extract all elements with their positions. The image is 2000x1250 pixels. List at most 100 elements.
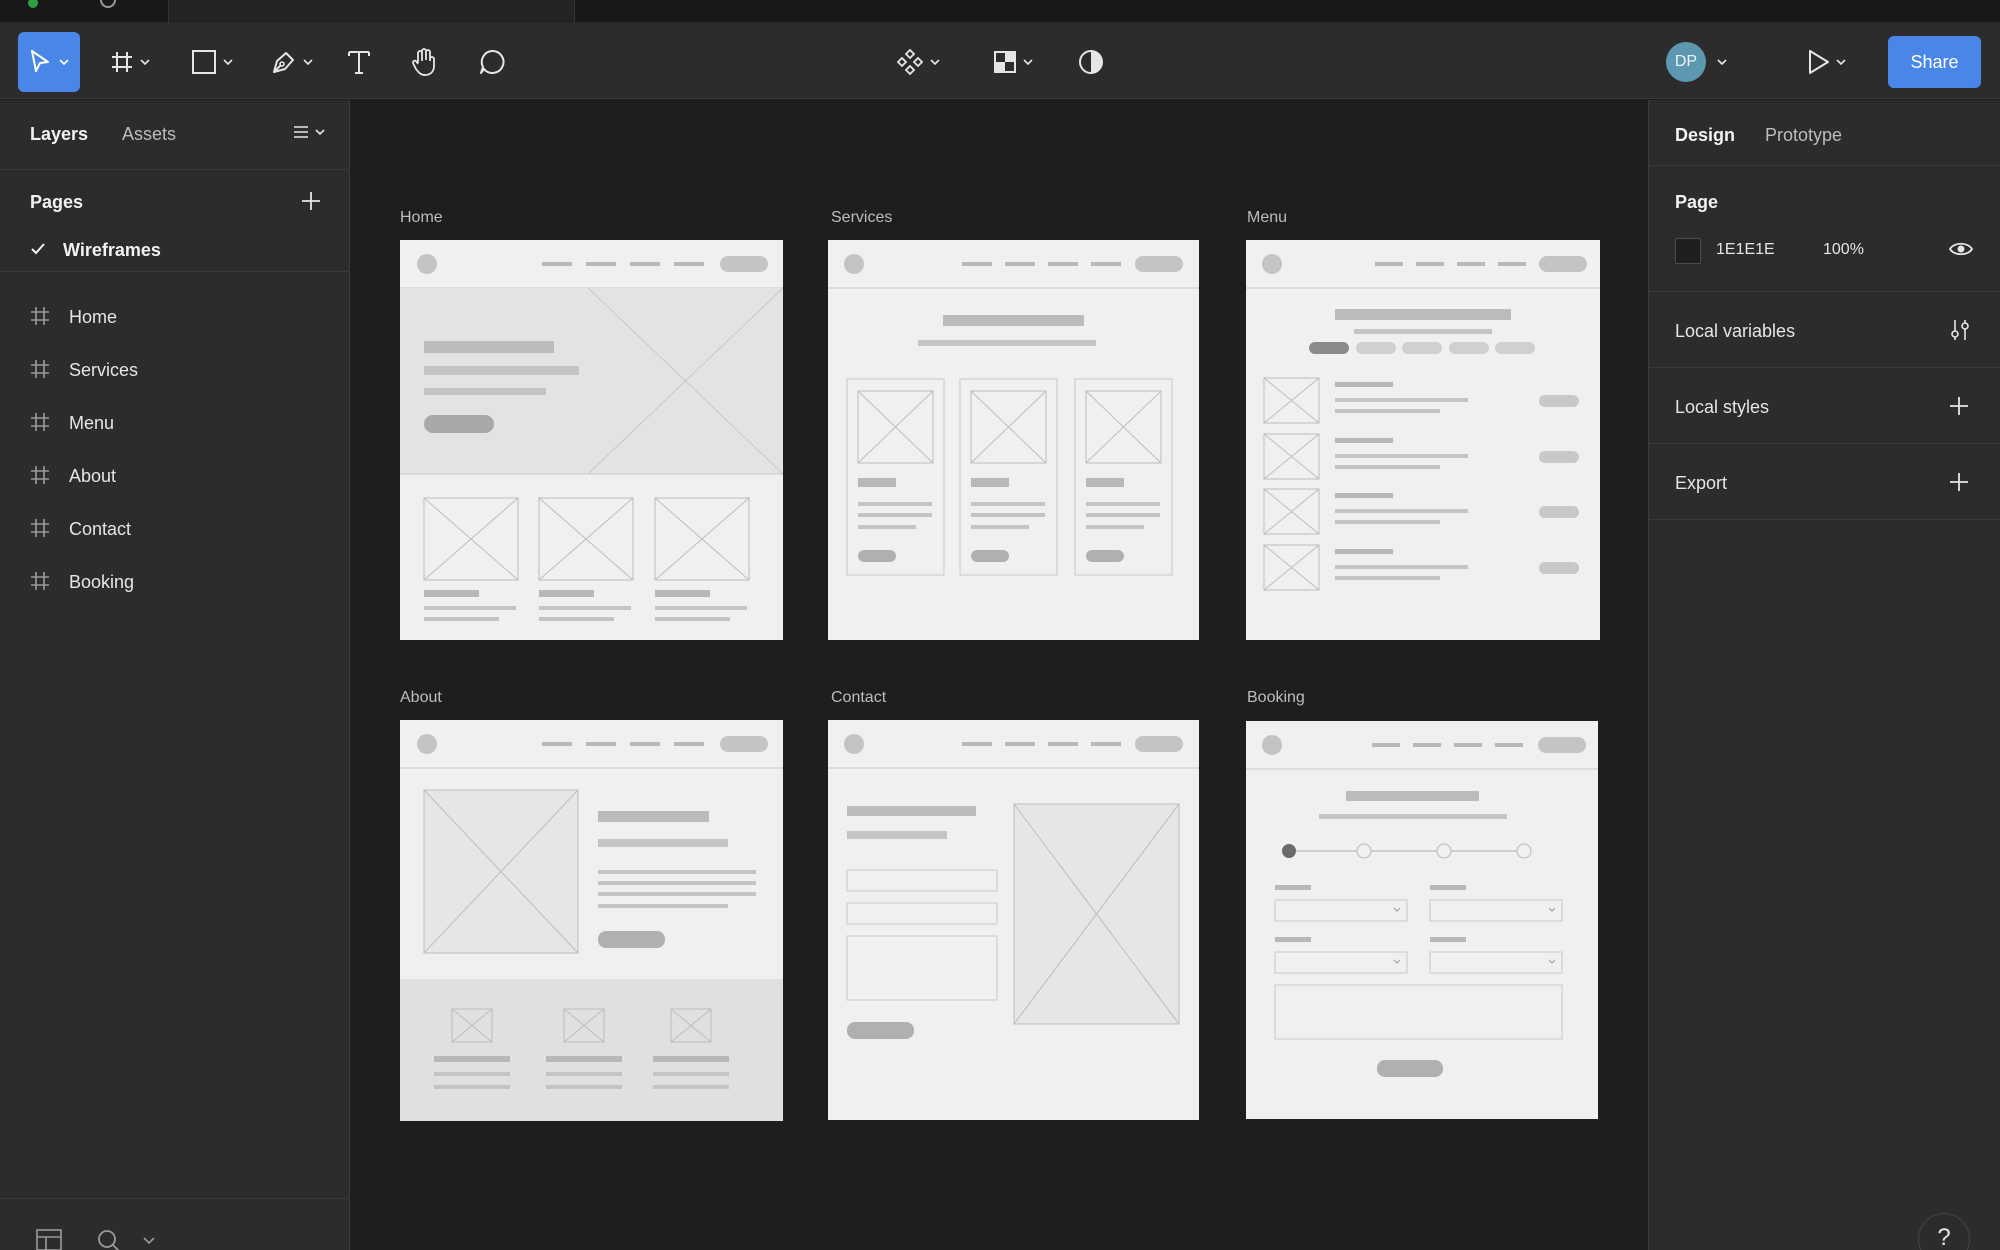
- shape-tool-button[interactable]: [186, 32, 238, 92]
- page-item-label: Wireframes: [63, 240, 161, 260]
- chevron-down-icon: [1836, 59, 1846, 65]
- chevron-down-icon: [223, 59, 233, 65]
- page-item-wireframes[interactable]: Wireframes: [0, 224, 349, 272]
- chevron-down-icon: [59, 59, 69, 65]
- components-icon: [896, 48, 924, 76]
- layout-icon: [36, 1229, 62, 1250]
- frame-label-home[interactable]: Home: [400, 209, 443, 227]
- frame-tool-button[interactable]: [104, 32, 156, 92]
- services-wireframe: [828, 254, 1199, 576]
- left-panel-tabs: Layers Assets: [0, 100, 349, 170]
- status-dot: [28, 0, 38, 8]
- left-panel-footer: [0, 1198, 350, 1250]
- frame-label-about[interactable]: About: [400, 689, 442, 707]
- tab-prototype[interactable]: Prototype: [1765, 125, 1842, 146]
- checkmark-icon: [31, 243, 45, 255]
- layer-label: Home: [69, 307, 118, 327]
- present-button[interactable]: [1796, 32, 1856, 92]
- mask-button[interactable]: [988, 32, 1038, 92]
- chevron-down-icon: [930, 59, 940, 65]
- chevron-down-icon: [143, 1237, 155, 1245]
- frame-label-menu[interactable]: Menu: [1247, 209, 1287, 227]
- left-panel: Layers Assets Pages Wireframes Home Serv…: [0, 100, 350, 1250]
- pages-title: Pages: [30, 192, 84, 212]
- frame-icon: [31, 360, 49, 378]
- local-variables-section: Local variables: [1649, 292, 2000, 368]
- chevron-down-icon: [303, 59, 313, 65]
- share-button[interactable]: Share: [1888, 36, 1981, 88]
- layer-menu[interactable]: Menu: [0, 396, 349, 449]
- open-variables-button[interactable]: [1949, 318, 1971, 347]
- contrast-button[interactable]: [1074, 32, 1108, 92]
- add-export-button[interactable]: [1949, 472, 1969, 497]
- export-section: Export: [1649, 444, 2000, 520]
- menu-wireframe: [1246, 254, 1600, 591]
- hand-tool-button[interactable]: [406, 32, 442, 92]
- page-opacity[interactable]: 100%: [1823, 241, 1864, 259]
- contrast-icon: [1079, 50, 1103, 74]
- frame-home[interactable]: [400, 240, 783, 640]
- tab-assets[interactable]: Assets: [122, 124, 176, 145]
- file-tab[interactable]: [168, 0, 575, 23]
- pen-tool-button[interactable]: [266, 32, 318, 92]
- pages-header: Pages: [0, 170, 349, 224]
- frame-menu[interactable]: [1246, 240, 1600, 640]
- home-wireframe: [400, 254, 783, 621]
- local-styles-label: Local styles: [1675, 397, 1770, 417]
- page-color-swatch[interactable]: [1675, 238, 1701, 264]
- frame-icon: [31, 572, 49, 590]
- frame-booking[interactable]: [1246, 721, 1598, 1119]
- tab-design[interactable]: Design: [1675, 125, 1735, 146]
- canvas[interactable]: Home Services Menu About Contact Booking: [351, 100, 1648, 1250]
- comment-tool-button[interactable]: [474, 32, 510, 92]
- layer-label: Services: [69, 360, 139, 380]
- frame-label-booking[interactable]: Booking: [1247, 689, 1305, 707]
- layer-label: Menu: [69, 413, 115, 433]
- toolbar: DP Share: [0, 23, 2000, 99]
- list-icon: [294, 126, 325, 138]
- user-avatar[interactable]: DP: [1666, 42, 1706, 82]
- layer-about[interactable]: About: [0, 449, 349, 502]
- frame-services[interactable]: [828, 240, 1199, 640]
- layer-label: Booking: [69, 572, 135, 592]
- layer-contact[interactable]: Contact: [0, 502, 349, 555]
- page-section: Page: [1649, 166, 2000, 292]
- tab-layers[interactable]: Layers: [30, 124, 88, 145]
- pen-icon: [273, 52, 294, 73]
- hand-icon: [412, 48, 435, 76]
- frame-label-services[interactable]: Services: [831, 209, 892, 227]
- text-icon: [348, 51, 370, 74]
- frame-about[interactable]: [400, 720, 783, 1121]
- chevron-down-icon: [140, 59, 150, 65]
- visibility-toggle[interactable]: [1948, 240, 1974, 263]
- layer-label: Contact: [69, 519, 132, 539]
- chevron-down-icon: [1023, 59, 1033, 65]
- right-panel: Design Prototype Page 1E1E1E 100% Local …: [1648, 100, 2000, 1250]
- frame-icon: [31, 413, 49, 431]
- layer-services[interactable]: Services: [0, 343, 349, 396]
- plus-icon: [1950, 397, 1968, 415]
- add-page-button[interactable]: [300, 190, 322, 217]
- layout-button[interactable]: [36, 1229, 62, 1250]
- page-color-hex[interactable]: 1E1E1E: [1716, 241, 1775, 259]
- local-variables-label: Local variables: [1675, 321, 1796, 341]
- layer-view-menu-button[interactable]: [292, 124, 328, 145]
- frame-icon: [31, 307, 49, 325]
- text-tool-button[interactable]: [342, 32, 376, 92]
- plus-icon: [302, 192, 320, 210]
- layer-label: About: [69, 466, 117, 486]
- layer-home[interactable]: Home: [0, 290, 349, 343]
- comment-icon: [480, 49, 505, 74]
- frame-icon: [112, 52, 132, 72]
- components-button[interactable]: [890, 32, 946, 92]
- spinner-icon: [100, 0, 116, 8]
- avatar-menu-button[interactable]: [1712, 32, 1732, 92]
- window-tab-strip: [0, 0, 2000, 23]
- add-style-button[interactable]: [1949, 396, 1969, 421]
- search-layers-button[interactable]: [97, 1229, 155, 1250]
- layer-booking[interactable]: Booking: [0, 555, 349, 608]
- move-tool-button[interactable]: [18, 32, 80, 92]
- frame-label-contact[interactable]: Contact: [831, 689, 886, 707]
- frame-contact[interactable]: [828, 720, 1199, 1120]
- local-styles-section: Local styles: [1649, 368, 2000, 444]
